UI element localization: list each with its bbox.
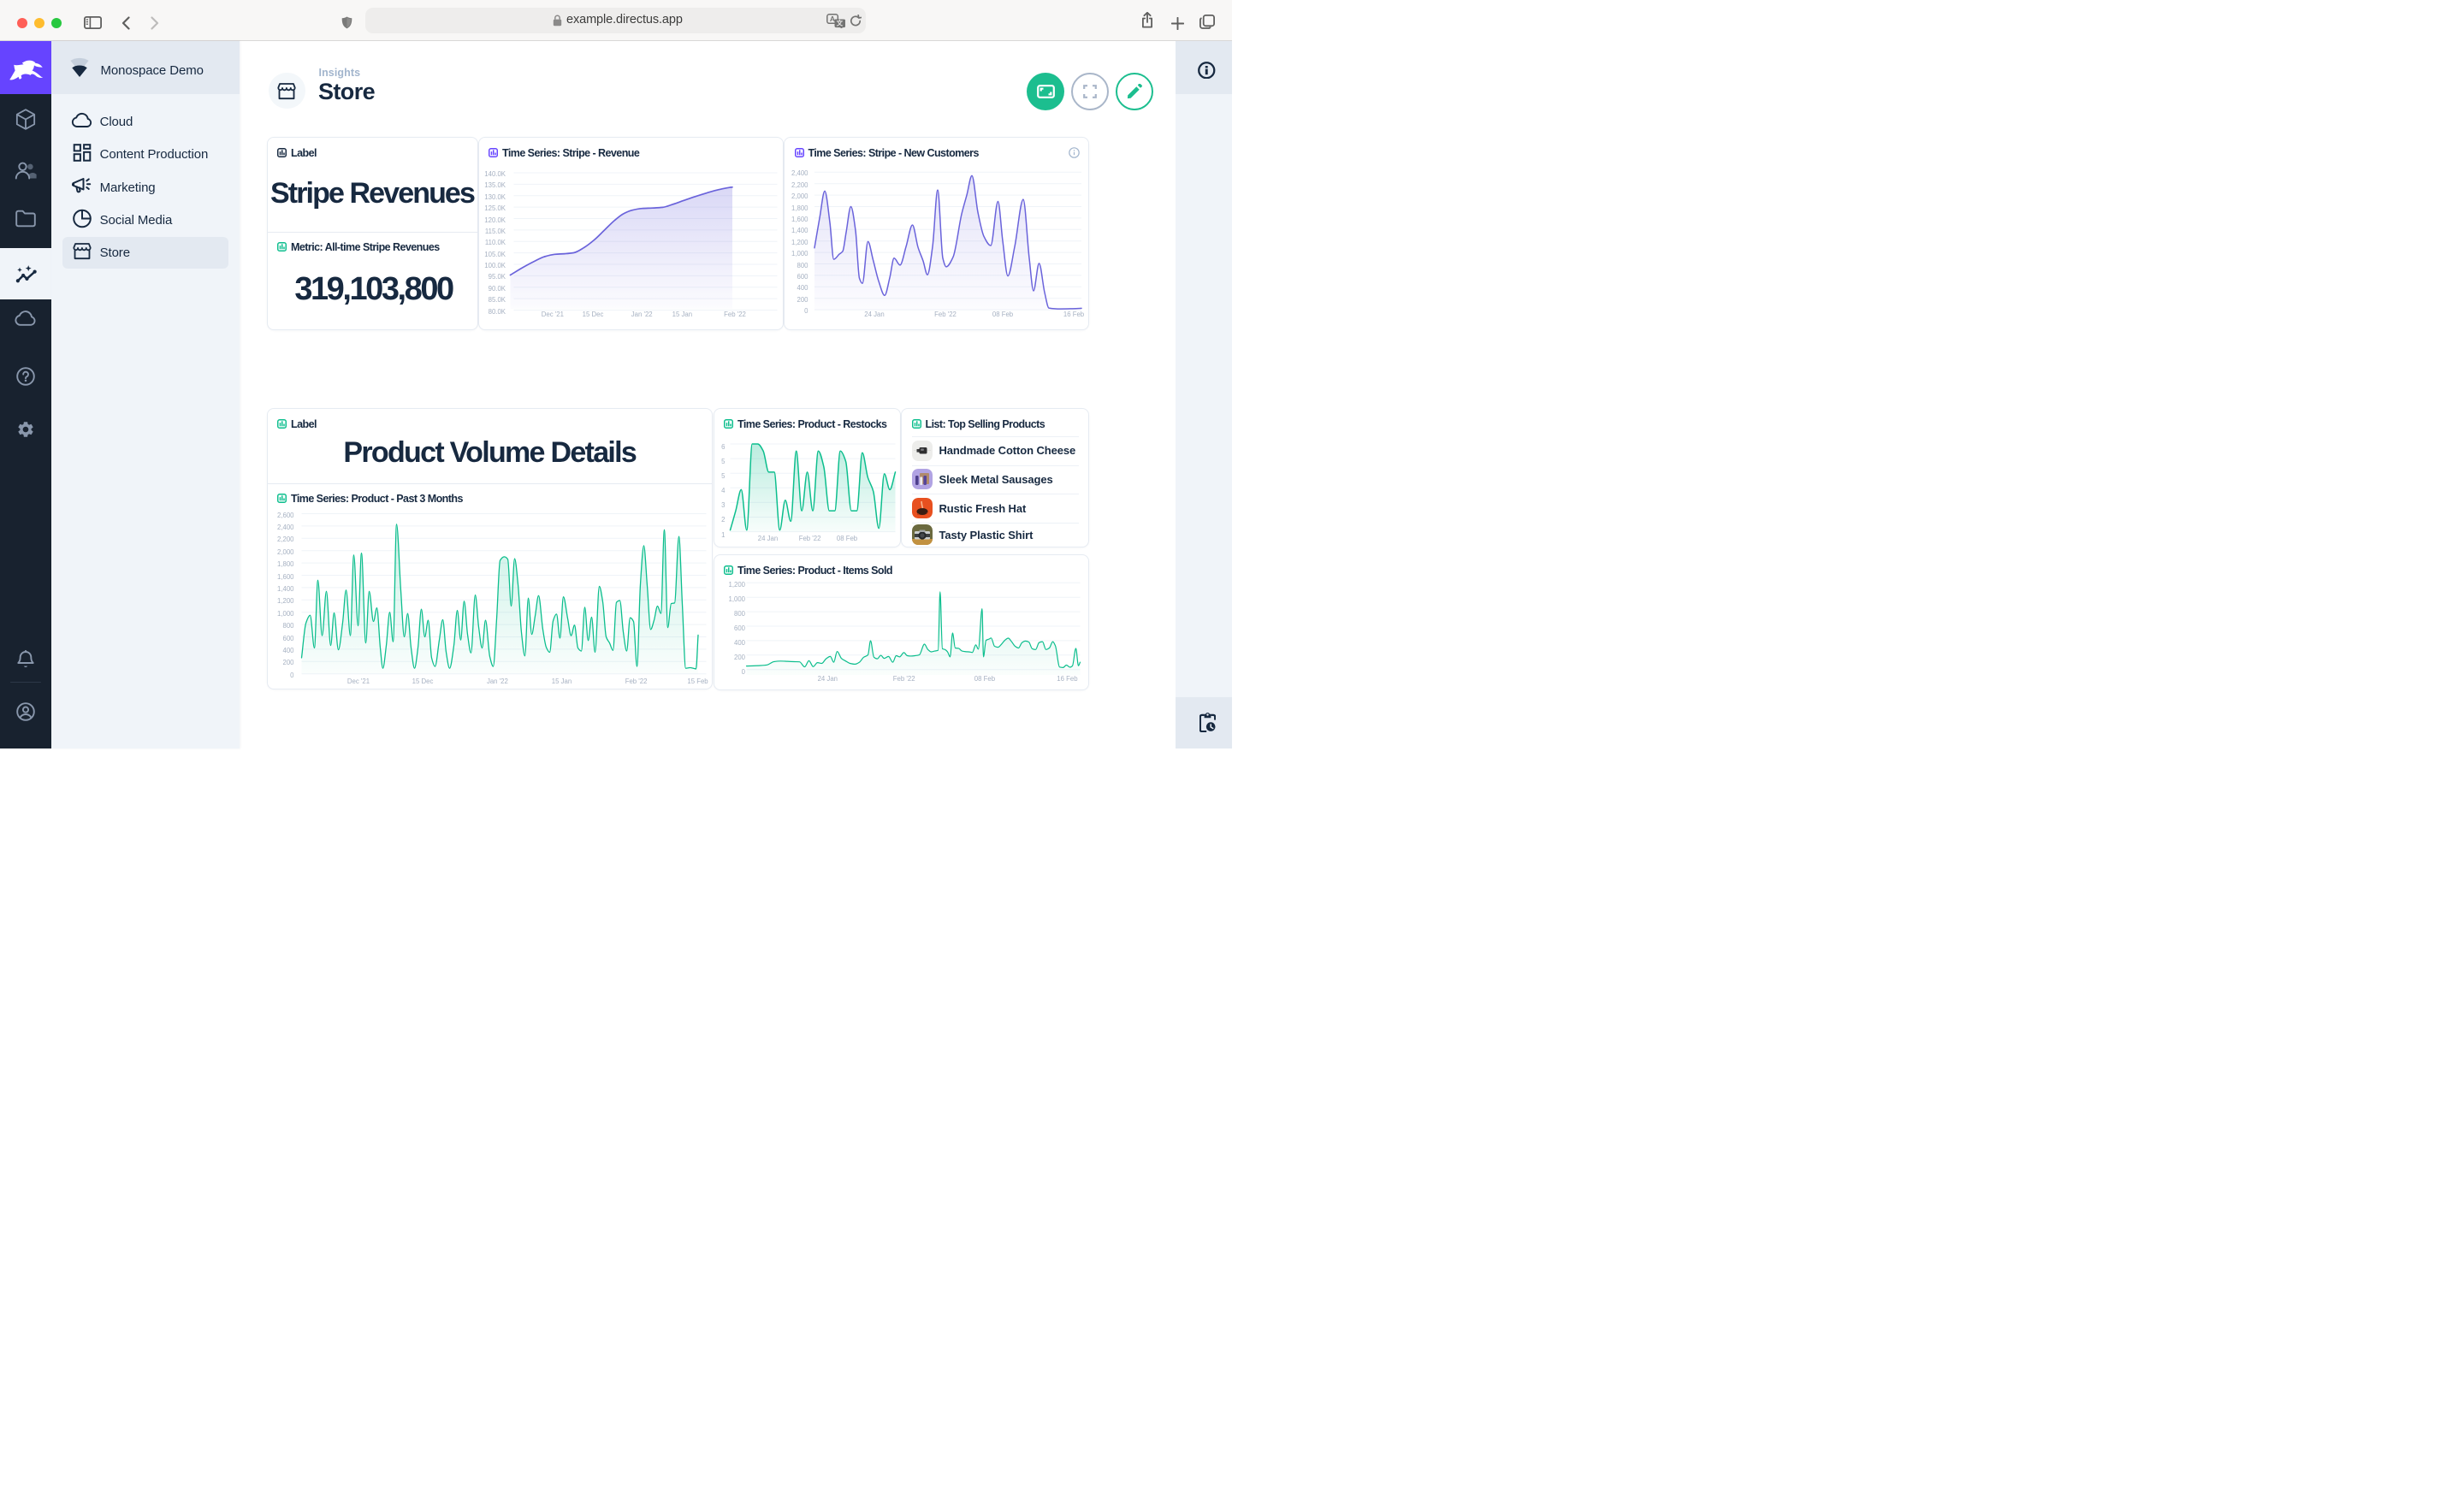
svg-text:文: 文 bbox=[837, 18, 844, 27]
svg-text:A: A bbox=[830, 15, 835, 23]
